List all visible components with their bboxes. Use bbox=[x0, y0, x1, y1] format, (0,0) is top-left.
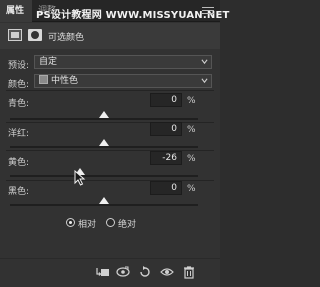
black-unit: % bbox=[187, 184, 196, 194]
magenta-slider-track[interactable] bbox=[10, 146, 198, 148]
watermark-text: PS设计教程网 WWW.MISSYUAN.NET bbox=[36, 10, 230, 21]
yellow-unit: % bbox=[187, 154, 196, 164]
layer-mask-icon[interactable] bbox=[28, 29, 42, 41]
method-relative-radio[interactable] bbox=[66, 218, 75, 227]
tab-properties[interactable]: 属性 bbox=[0, 0, 32, 22]
tab-bar: 属性 调整 PS设计教程网 WWW.MISSYUAN.NET bbox=[0, 0, 229, 22]
preset-dropdown[interactable]: 自定 bbox=[34, 55, 212, 69]
magenta-unit: % bbox=[187, 125, 196, 135]
trash-icon[interactable] bbox=[182, 265, 196, 279]
divider bbox=[6, 90, 214, 91]
preset-label: 预设: bbox=[8, 61, 30, 71]
method-absolute-radio[interactable] bbox=[106, 218, 115, 227]
reset-icon[interactable] bbox=[138, 265, 152, 279]
slider-label-cyan: 青色: bbox=[8, 99, 30, 109]
cyan-value-input[interactable]: 0 bbox=[150, 93, 182, 107]
magenta-value-input[interactable]: 0 bbox=[150, 122, 182, 136]
bottom-toolbar bbox=[0, 258, 220, 287]
properties-panel: 属性 调整 PS设计教程网 WWW.MISSYUAN.NET 可选颜色 预设: … bbox=[0, 0, 229, 287]
adjustment-title-row: 可选颜色 bbox=[0, 23, 220, 49]
chevron-down-icon bbox=[201, 59, 208, 65]
colors-dropdown[interactable]: 中性色 bbox=[34, 74, 212, 88]
adjustment-layer-icon[interactable] bbox=[8, 29, 22, 41]
divider bbox=[6, 150, 214, 151]
yellow-slider-track[interactable] bbox=[10, 175, 198, 177]
view-previous-state-icon[interactable] bbox=[116, 265, 130, 279]
adjustment-title: 可选颜色 bbox=[48, 33, 85, 43]
cyan-slider-thumb[interactable] bbox=[99, 111, 109, 118]
mouse-cursor-icon bbox=[74, 170, 86, 186]
black-slider-track[interactable] bbox=[10, 204, 198, 206]
magenta-slider-thumb[interactable] bbox=[99, 139, 109, 146]
black-value-input[interactable]: 0 bbox=[150, 181, 182, 195]
slider-label-magenta: 洋红: bbox=[8, 129, 30, 139]
black-slider-thumb[interactable] bbox=[99, 197, 109, 204]
color-swatch bbox=[39, 75, 48, 84]
divider bbox=[6, 122, 214, 123]
method-absolute-label: 绝对 bbox=[118, 220, 137, 230]
method-relative-label: 相对 bbox=[78, 220, 97, 230]
slider-label-black: 黑色: bbox=[8, 187, 30, 197]
preset-value: 自定 bbox=[39, 57, 58, 67]
cyan-unit: % bbox=[187, 96, 196, 106]
slider-label-yellow: 黄色: bbox=[8, 158, 30, 168]
yellow-value-input[interactable]: -26 bbox=[150, 151, 182, 165]
colors-label: 颜色: bbox=[8, 80, 30, 90]
colors-value: 中性色 bbox=[51, 76, 79, 86]
panel-menu-icon[interactable] bbox=[202, 5, 214, 17]
divider bbox=[6, 180, 214, 181]
visibility-eye-icon[interactable] bbox=[160, 265, 174, 279]
clip-to-layer-icon[interactable] bbox=[96, 265, 110, 279]
chevron-down-icon bbox=[201, 78, 208, 84]
cyan-slider-track[interactable] bbox=[10, 118, 198, 120]
